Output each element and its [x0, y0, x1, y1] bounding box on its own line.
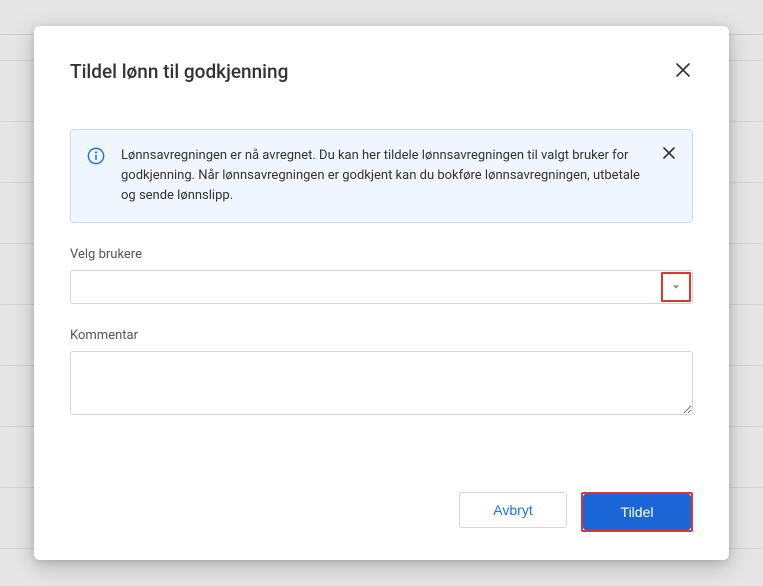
dialog-footer: Avbryt Tildel: [70, 462, 693, 532]
comment-textarea[interactable]: [70, 351, 693, 415]
dialog-assign-payroll: Tildel lønn til godkjenning Lønnsavregni…: [34, 26, 729, 560]
comment-field-label: Kommentar: [70, 328, 693, 343]
users-field-label: Velg brukere: [70, 247, 693, 262]
users-select-wrapper: [70, 270, 693, 304]
submit-button[interactable]: Tildel: [583, 494, 691, 530]
dialog-title: Tildel lønn til godkjenning: [70, 60, 288, 83]
cancel-button[interactable]: Avbryt: [459, 492, 567, 528]
info-icon: [87, 147, 105, 165]
info-banner: Lønnsavregningen er nå avregnet. Du kan …: [70, 129, 693, 223]
users-select[interactable]: [70, 270, 693, 304]
close-dialog-button[interactable]: [673, 60, 693, 80]
dismiss-info-button[interactable]: [660, 144, 678, 162]
close-icon: [662, 146, 676, 160]
info-banner-text: Lønnsavregningen er nå avregnet. Du kan …: [121, 146, 676, 206]
submit-button-highlight: Tildel: [581, 492, 693, 532]
dialog-header: Tildel lønn til godkjenning: [70, 60, 693, 83]
close-icon: [675, 62, 691, 78]
